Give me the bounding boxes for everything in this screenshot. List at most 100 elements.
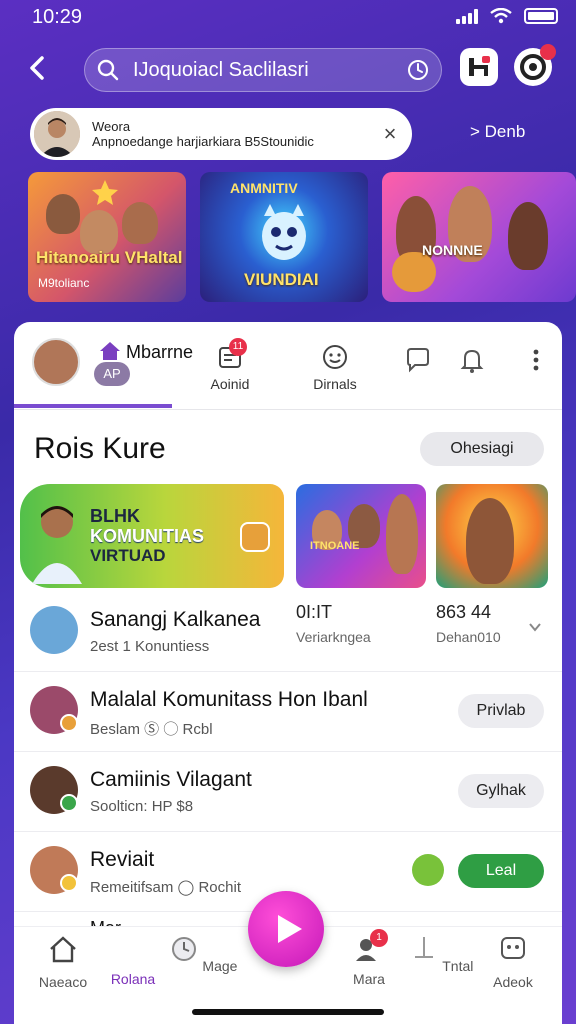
person-figure <box>46 194 80 234</box>
nav-label: Tntal <box>442 958 474 974</box>
calendar-add-icon[interactable] <box>412 854 444 886</box>
back-button[interactable] <box>22 52 54 84</box>
profile-header: Mbarrne AP 11 Aoinid Dirnals <box>14 322 562 410</box>
chevron-left-icon <box>30 56 44 80</box>
status-time: 10:29 <box>32 6 83 28</box>
nav-label: Adeok <box>493 974 533 990</box>
notification-dot <box>540 44 556 60</box>
section-action-button[interactable]: Ohesiagi <box>420 432 544 466</box>
nav-item-mara[interactable]: 1 Mara <box>334 929 404 987</box>
nav-label: Naeaco <box>38 974 88 990</box>
main-panel: Mbarrne AP 11 Aoinid Dirnals Rois Kure O… <box>14 322 562 1024</box>
pin-icon <box>414 937 433 958</box>
person-figure <box>122 202 158 244</box>
profile-name: Mbarrne <box>126 342 194 362</box>
nav-item-mage[interactable]: Mage <box>168 935 238 974</box>
promo-card[interactable]: ANMNITIV VIUNDIAI <box>200 172 368 302</box>
list-item[interactable]: Malalal Komunitass Hon Ibanl Beslam Ⓢ ◯ … <box>14 672 562 752</box>
list-item-button[interactable]: Leal <box>458 854 544 888</box>
person-figure <box>466 498 514 584</box>
feature-card-small[interactable]: ITNOANE <box>296 484 426 588</box>
more-vertical-icon[interactable] <box>522 346 550 374</box>
promo-carousel: Hitanoairu VHaltal M9tolianc ANMNITIV VI… <box>0 172 576 304</box>
play-icon <box>278 915 302 943</box>
list-item-stat: 863 44 Dehan010 <box>436 602 501 645</box>
nav-item-home[interactable]: Naeaco <box>28 935 98 990</box>
promo-card[interactable]: Hitanoairu VHaltal M9tolianc <box>28 172 186 302</box>
list-item-sub: Beslam Ⓢ ◯ Rcbl <box>90 721 213 738</box>
face-icon <box>322 344 348 370</box>
home-icon <box>100 342 120 360</box>
person-figure <box>32 506 82 584</box>
promo-card[interactable]: NONNNE <box>382 172 576 302</box>
chat-icon[interactable] <box>404 346 432 374</box>
list-item-sub: Remeitifsam ◯ Rochit <box>90 879 241 896</box>
tab-details[interactable]: Dirnals <box>306 344 364 392</box>
notification-line2: Anpnoedange harjiarkiara B5Stounidic <box>92 134 314 149</box>
deal-link[interactable]: > Denb <box>470 122 525 142</box>
calendar-icon: 11 <box>217 338 247 370</box>
profile-card-icon <box>501 937 525 959</box>
list-item-title: Camiinis Vilagant <box>90 768 252 791</box>
nav-item-tntal[interactable]: Tntal <box>406 935 476 974</box>
feature-card-title: BLHK <box>90 506 140 526</box>
mascot-figure <box>392 252 436 292</box>
section-title: Rois Kure <box>34 432 166 465</box>
stat-label: Dehan010 <box>436 629 501 645</box>
home-icon <box>50 936 76 963</box>
battery-icon <box>524 8 558 24</box>
list-item-button[interactable]: Privlab <box>458 694 544 728</box>
status-dot <box>60 874 78 892</box>
search-icon <box>97 59 119 81</box>
feature-card-button[interactable] <box>240 522 270 552</box>
person-figure <box>508 202 548 270</box>
tab-label: Dirnals <box>313 376 357 392</box>
stat-label: Veriarkngea <box>296 629 371 645</box>
people-icon: 1 <box>354 929 388 963</box>
record-button[interactable] <box>514 44 556 86</box>
play-button[interactable] <box>248 891 324 967</box>
nav-label: Mara <box>353 971 385 987</box>
chevron-down-icon[interactable] <box>528 620 542 634</box>
list-item-title: Sanangj Kalkanea <box>90 608 261 631</box>
clock-icon[interactable] <box>407 59 429 81</box>
notification-text: Weora Anpnoedange harjiarkiara B5Stounid… <box>92 119 380 149</box>
avatar[interactable] <box>32 338 80 386</box>
mascot-icon <box>262 204 306 260</box>
list-item-button[interactable]: Gylhak <box>458 774 544 808</box>
feature-card-small[interactable] <box>436 484 548 588</box>
tab-activity[interactable]: 11 Aoinid <box>204 338 256 392</box>
close-icon[interactable]: × <box>380 121 400 147</box>
bell-icon[interactable] <box>458 346 486 374</box>
status-icons <box>456 8 558 24</box>
feature-card-small-label: ITNOANE <box>310 540 360 552</box>
search-bar[interactable]: IJoquoiacl Saclilasri <box>84 48 442 92</box>
notification-banner[interactable]: Weora Anpnoedange harjiarkiara B5Stounid… <box>30 108 412 160</box>
star-icon <box>92 180 118 205</box>
list-item-title: Malalal Komunitass Hon Ibanl <box>90 688 368 711</box>
list-item-title: Reviait <box>90 848 155 871</box>
tab-count-badge: 11 <box>229 338 247 356</box>
feature-card[interactable]: BLHK KOMUNITIAS VIRTUAD <box>20 484 284 588</box>
profile-shortcut-button[interactable] <box>460 48 498 86</box>
list-item[interactable]: Camiinis Vilagant Soolticn: HP $8 Gylhak <box>14 752 562 832</box>
bottom-nav: Naeaco Rolana Mage 1 Mara Tntal Adeok <box>14 891 562 1024</box>
promo-card-sub: M9tolianc <box>38 276 90 290</box>
list-item-stat: 0I:IT Veriarkngea <box>296 602 371 645</box>
search-input[interactable]: IJoquoiacl Saclilasri <box>133 59 407 82</box>
feature-card-sub2: VIRTUAD <box>90 546 166 565</box>
tab-label: Aoinid <box>210 376 250 392</box>
notification-line1: Weora <box>92 119 131 134</box>
wifi-icon <box>490 8 512 24</box>
list-item-sub: Soolticn: HP $8 <box>90 798 194 815</box>
clock-icon <box>171 937 196 961</box>
nav-item-rolana[interactable]: Rolana <box>98 935 168 987</box>
heart-icon <box>118 935 148 963</box>
signal-icon <box>456 8 478 24</box>
user-flag-icon <box>469 56 490 76</box>
promo-card-label: NONNNE <box>422 242 483 258</box>
list-item[interactable]: Sanangj Kalkanea 2est 1 Konuntiess 0I:IT… <box>14 592 562 672</box>
nav-item-adeok[interactable]: Adeok <box>478 935 548 990</box>
nav-count-badge: 1 <box>370 929 388 947</box>
feature-card-sub: KOMUNITIAS <box>90 526 204 546</box>
